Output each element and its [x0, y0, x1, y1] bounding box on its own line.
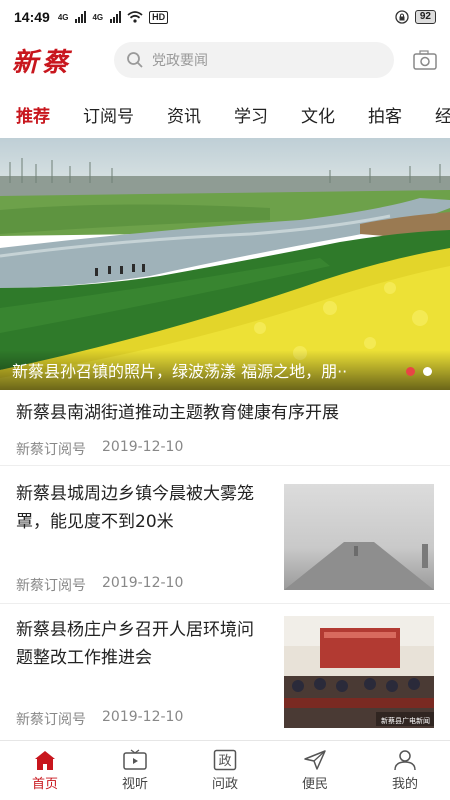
status-right: 92	[395, 10, 436, 24]
news-date: 2019-12-10	[102, 709, 184, 725]
carousel-dot[interactable]	[423, 367, 432, 376]
nav-label: 问政	[211, 777, 238, 792]
nav-services[interactable]: 便民	[270, 741, 360, 800]
news-title-line: 新蔡县南湖街道推动主题教育健康有序开展	[16, 403, 339, 423]
zheng-icon: 政	[213, 749, 237, 771]
thumb-watermark: 新蔡县广电新闻	[381, 716, 430, 725]
search-icon	[127, 52, 143, 68]
news-thumbnail	[284, 484, 434, 590]
nav-label: 首页	[31, 777, 58, 792]
bottom-nav: 首页 视听 政 问政 便民 我的	[0, 740, 450, 800]
tab-recommend[interactable]: 推荐	[16, 102, 50, 127]
status-time: 14:49	[14, 9, 50, 25]
header: 新蔡 党政要闻	[0, 34, 450, 86]
zheng-icon-text: 政	[218, 754, 231, 769]
news-item[interactable]: 新蔡县南湖街道推动主题教育健康有序开展 新蔡订阅号 2019-12-10	[0, 390, 450, 466]
nav-video[interactable]: 视听	[90, 741, 180, 800]
signal-label-1: 4G	[57, 12, 69, 22]
news-item[interactable]: 新蔡县杨庄户乡召开人居环境问 题整改工作推进会 新蔡订阅号 2019-12-10…	[0, 604, 450, 740]
wifi-icon	[127, 11, 143, 23]
hero-banner[interactable]: 新蔡县孙召镇的照片，绿波荡漾 福源之地，朋··	[0, 138, 450, 390]
news-title-line: 新蔡县城周边乡镇今晨被大雾笼	[16, 484, 254, 504]
battery-indicator: 92	[414, 10, 436, 24]
news-thumbnail: 新蔡县广电新闻	[284, 616, 434, 728]
news-date: 2019-12-10	[102, 575, 184, 591]
nav-inquiry[interactable]: 政 问政	[180, 741, 270, 800]
lock-rotation-icon	[395, 10, 409, 24]
banner-caption-text: 新蔡县孙召镇的照片，绿波荡漾 福源之地，朋··	[12, 362, 348, 381]
app-logo: 新蔡	[12, 47, 73, 78]
category-tabs: 推荐 订阅号 资讯 学习 文化 拍客 经济	[0, 92, 450, 136]
news-source: 新蔡订阅号	[16, 442, 86, 458]
news-meta: 新蔡订阅号 2019-12-10	[16, 575, 183, 595]
camera-button[interactable]	[412, 47, 438, 73]
news-title-line: 罩，能见度不到20米	[16, 512, 174, 532]
nav-home[interactable]: 首页	[0, 741, 90, 800]
news-title-line: 题整改工作推进会	[16, 648, 152, 668]
status-icons: 4G 4G HD	[57, 10, 169, 24]
banner-caption: 新蔡县孙召镇的照片，绿波荡漾 福源之地，朋··	[0, 350, 450, 390]
user-icon	[394, 750, 416, 771]
carousel-dot-active[interactable]	[406, 367, 415, 376]
nav-label: 视听	[121, 777, 148, 792]
signal-label-2: 4G	[92, 12, 104, 22]
carousel-dots	[406, 367, 432, 376]
news-source: 新蔡订阅号	[16, 712, 86, 728]
search-input[interactable]: 党政要闻	[114, 42, 394, 78]
news-title: 新蔡县南湖街道推动主题教育健康有序开展	[16, 399, 339, 427]
news-date: 2019-12-10	[102, 439, 184, 455]
tab-subscription[interactable]: 订阅号	[83, 102, 134, 127]
tab-news[interactable]: 资讯	[167, 102, 201, 127]
hd-badge: HD	[149, 10, 169, 24]
news-item[interactable]: 新蔡县城周边乡镇今晨被大雾笼 罩，能见度不到20米 新蔡订阅号 2019-12-…	[0, 466, 450, 604]
tab-economy[interactable]: 经济	[435, 102, 450, 127]
camera-icon	[413, 50, 437, 70]
signal-icon	[75, 11, 87, 23]
nav-label: 我的	[391, 777, 418, 792]
tab-culture[interactable]: 文化	[301, 102, 335, 127]
news-title: 新蔡县城周边乡镇今晨被大雾笼 罩，能见度不到20米	[16, 480, 271, 536]
nav-label: 便民	[301, 777, 328, 792]
send-icon	[304, 750, 326, 770]
news-title: 新蔡县杨庄户乡召开人居环境问 题整改工作推进会	[16, 616, 271, 672]
news-meta: 新蔡订阅号 2019-12-10	[16, 439, 183, 459]
news-title-line: 新蔡县杨庄户乡召开人居环境问	[16, 620, 254, 640]
news-source: 新蔡订阅号	[16, 578, 86, 594]
status-bar: 14:49 4G 4G HD 92	[0, 0, 450, 34]
nav-profile[interactable]: 我的	[360, 741, 450, 800]
home-icon	[35, 751, 55, 770]
search-placeholder: 党政要闻	[152, 53, 208, 69]
tab-photographer[interactable]: 拍客	[368, 102, 402, 127]
tab-study[interactable]: 学习	[234, 102, 268, 127]
signal-icon-2	[110, 11, 122, 23]
news-meta: 新蔡订阅号 2019-12-10	[16, 709, 183, 729]
tv-icon	[123, 749, 147, 770]
